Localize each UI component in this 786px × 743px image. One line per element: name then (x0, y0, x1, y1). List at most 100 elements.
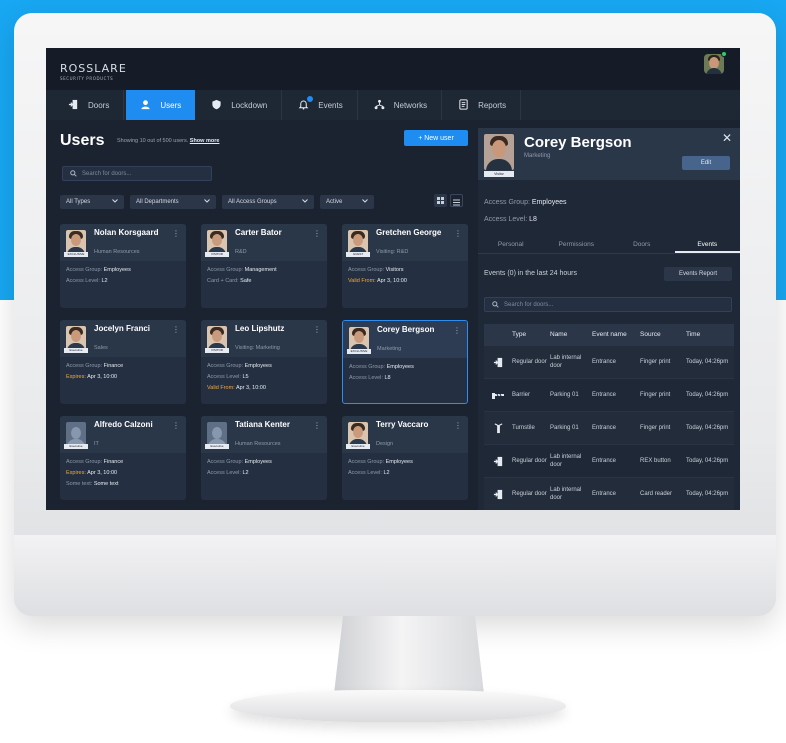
user-card[interactable]: Executive Jocelyn Franci Sales ⋮ Access Grou… (60, 320, 186, 404)
events-table: Type Name Event name Source Time Regular doo… (484, 324, 734, 510)
detail-tab-personal[interactable]: Personal (478, 238, 544, 253)
user-tag: Executive (205, 444, 229, 449)
new-user-button[interactable]: + New user (404, 130, 468, 146)
user-tag: EXCLUSIVE (64, 252, 88, 257)
more-options-icon[interactable]: ⋮ (313, 229, 321, 238)
column-header[interactable]: Name (550, 331, 592, 339)
table-row[interactable]: Turnstile Parking 01 Entrance Finger print T… (484, 412, 734, 445)
user-photo (348, 230, 368, 254)
tab-lockdown[interactable]: Lockdown (197, 90, 283, 120)
events-search-input[interactable]: Search for doors... (484, 297, 732, 312)
rosslare-logo[interactable]: ROSSLARE SECURITY PRODUCTS (60, 62, 127, 81)
filter-dropdown[interactable]: All Access Groups (222, 195, 314, 209)
events-report-button[interactable]: Events Report (664, 267, 732, 281)
user-tag: VISITOR (205, 252, 229, 257)
filter-dropdown[interactable]: All Types (60, 195, 124, 209)
card-attribute: Access Level: L5 (207, 374, 249, 380)
card-attribute: Access Group: Employees (349, 364, 414, 370)
filter-dropdown[interactable]: Active (320, 195, 374, 209)
detail-name: Corey Bergson (524, 134, 632, 151)
user-photo (349, 327, 369, 351)
table-row[interactable]: Regular door Lab internal door Entrance REX… (484, 445, 734, 478)
cell-type: Regular door (512, 458, 547, 464)
user-department: Marketing (377, 346, 402, 352)
users-search-input[interactable]: Search for doors... (62, 166, 212, 181)
attribute-value: L2 (383, 470, 390, 476)
more-options-icon[interactable]: ⋮ (453, 326, 461, 335)
card-attribute: Access Group: Finance (66, 459, 123, 465)
edit-button[interactable]: Edit (682, 156, 730, 170)
card-attribute: Access Level: L8 (349, 375, 391, 381)
more-options-icon[interactable]: ⋮ (172, 325, 180, 334)
user-avatar[interactable] (704, 54, 724, 74)
network-icon (374, 99, 386, 111)
top-bar: ROSSLARE SECURITY PRODUCTS (46, 48, 740, 90)
logo-text: ROSSLARE (60, 62, 127, 75)
more-options-icon[interactable]: ⋮ (454, 229, 462, 238)
turnstile-icon (484, 422, 512, 434)
tab-doors[interactable]: Doors (54, 90, 125, 120)
grid-view-button[interactable] (434, 194, 447, 207)
more-options-icon[interactable]: ⋮ (172, 421, 180, 430)
card-header: Executive Terry Vaccaro Design ⋮ (342, 416, 468, 453)
column-header[interactable]: Event name (592, 331, 640, 339)
photo-face (354, 331, 364, 343)
column-header[interactable]: Time (686, 331, 734, 339)
more-options-icon[interactable]: ⋮ (454, 421, 462, 430)
door-icon (484, 489, 512, 500)
tab-label: Networks (393, 100, 428, 110)
close-icon[interactable]: ✕ (722, 131, 732, 145)
list-view-button[interactable] (450, 194, 463, 207)
tab-events[interactable]: Events (284, 90, 358, 120)
user-card[interactable]: Executive Terry Vaccaro Design ⋮ Access Grou… (342, 416, 468, 500)
door-icon (68, 99, 80, 111)
attribute-value: Finance (103, 363, 124, 369)
card-attribute: Expires: Apr 3, 10:00 (66, 374, 117, 380)
user-department: Visiting: R&D (376, 249, 409, 255)
card-attribute: Access Group: Management (207, 267, 277, 273)
table-row[interactable]: Barrier Parking 01 Entrance Finger print Tod… (484, 379, 734, 412)
table-row[interactable]: Regular door Lab internal door Entrance Fin… (484, 346, 734, 379)
more-options-icon[interactable]: ⋮ (313, 421, 321, 430)
user-card[interactable]: VISITOR Leo Lipshutz Visiting: Marketing ⋮ A… (201, 320, 327, 404)
user-card[interactable]: Executive Tatiana Kenter Human Resources ⋮ A… (201, 416, 327, 500)
photo-face (71, 427, 81, 439)
user-card[interactable]: VISITOR Carter Bator R&D ⋮ Access Group: Man… (201, 224, 327, 308)
attribute-value: Apr 3, 10:00 (235, 385, 266, 391)
card-header: GUEST Gretchen George Visiting: R&D ⋮ (342, 224, 468, 261)
user-card[interactable]: GUEST Gretchen George Visiting: R&D ⋮ Access… (342, 224, 468, 308)
show-more-link[interactable]: Show more (190, 138, 220, 144)
tab-users[interactable]: Users (126, 90, 196, 120)
cell-type: Regular door (512, 491, 547, 497)
filter-dropdown[interactable]: All Departments (130, 195, 216, 209)
tab-reports[interactable]: Reports (444, 90, 522, 120)
card-header: VISITOR Carter Bator R&D ⋮ (201, 224, 327, 261)
user-card[interactable]: EXCLUSIVE Corey Bergson Marketing ⋮ Access G… (342, 320, 468, 404)
tab-networks[interactable]: Networks (360, 90, 443, 120)
user-name: Alfredo Calzoni (94, 420, 153, 429)
card-attribute: Access Group: Visitors (348, 267, 404, 273)
attribute-label: Expires: (66, 470, 86, 476)
user-department: Human Resources (94, 249, 140, 255)
tab-label: Doors (88, 100, 110, 110)
filter-bar: All Types All Departments All Access Group… (60, 195, 374, 209)
cell-name: Parking 01 (550, 392, 579, 398)
detail-tab-permissions[interactable]: Permissions (544, 238, 610, 253)
detail-tab-doors[interactable]: Doors (609, 238, 675, 253)
filter-label: All Departments (136, 199, 179, 205)
detail-tab-events[interactable]: Events (674, 238, 740, 253)
more-options-icon[interactable]: ⋮ (313, 325, 321, 334)
chevron-down-icon (112, 199, 118, 205)
more-options-icon[interactable]: ⋮ (172, 229, 180, 238)
column-header[interactable]: Source (640, 331, 686, 339)
user-card[interactable]: EXCLUSIVE Nolan Korsgaard Human Resources ⋮… (60, 224, 186, 308)
user-card[interactable]: Executive Alfredo Calzoni IT ⋮ Access Group:… (60, 416, 186, 500)
chevron-down-icon (362, 199, 368, 205)
column-header[interactable]: Type (512, 331, 550, 339)
table-row[interactable]: Regular door Lab internal door Entrance Car… (484, 478, 734, 510)
tab-label: Users (160, 100, 182, 110)
access-level-label: Access Level: (484, 216, 528, 223)
app-screen: ROSSLARE SECURITY PRODUCTS Doors Users Loc… (46, 48, 740, 510)
user-department: Sales (94, 345, 108, 351)
photo-face (353, 234, 363, 246)
